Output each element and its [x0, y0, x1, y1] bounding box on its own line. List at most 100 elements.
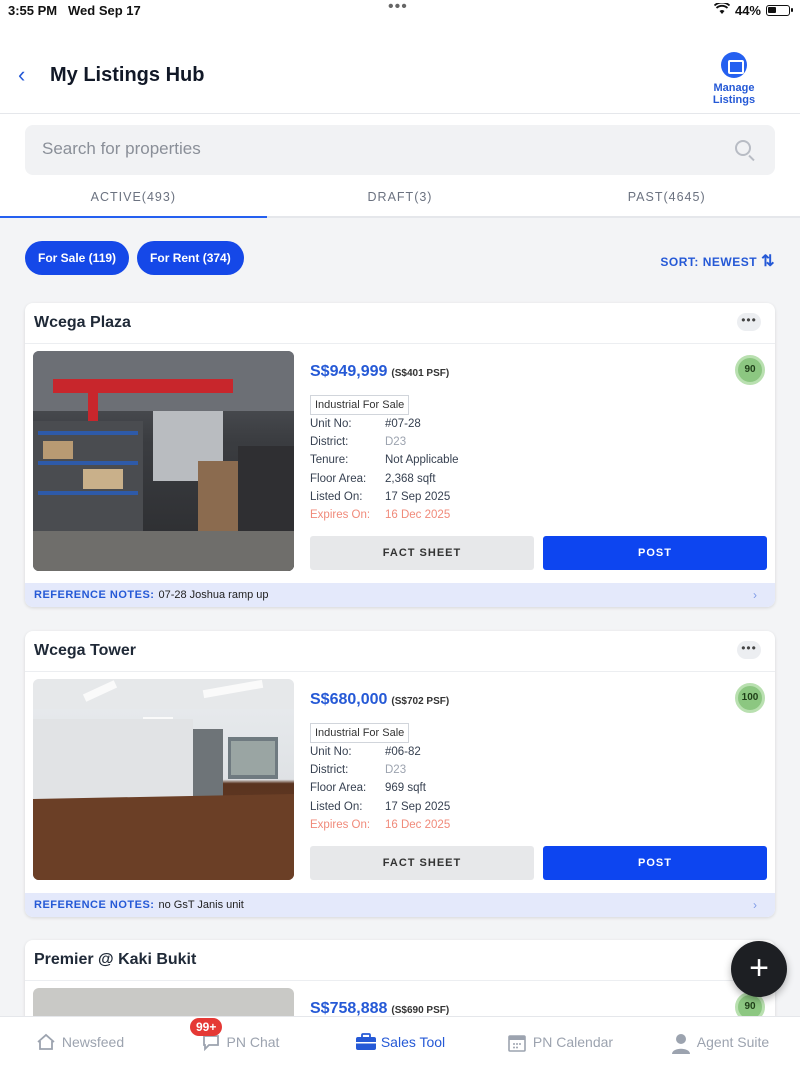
tab-sales-tool[interactable]: Sales Tool: [320, 1017, 480, 1067]
tab-label: Sales Tool: [380, 1034, 446, 1050]
spec-key: Listed On:: [310, 490, 363, 503]
spec-key: Listed On:: [310, 800, 363, 813]
divider: [25, 343, 775, 344]
more-options-icon[interactable]: •••: [737, 641, 761, 659]
spec-value: D23: [385, 436, 407, 449]
price-psf: (S$401 PSF): [391, 368, 450, 379]
fact-sheet-button[interactable]: FACT SHEET: [310, 846, 534, 880]
person-icon: [671, 1033, 691, 1054]
fact-sheet-button[interactable]: FACT SHEET: [310, 536, 534, 570]
status-bar: 3:55 PM Wed Sep 17 ••• 44%: [0, 0, 800, 22]
page-title: My Listings Hub: [50, 64, 205, 86]
spec-district: District: D23: [310, 436, 459, 454]
tab-label: Agent Suite: [696, 1034, 770, 1050]
tab-draft[interactable]: DRAFT(3): [267, 184, 534, 216]
add-listing-button[interactable]: +: [731, 941, 787, 997]
spec-key: Expires On:: [310, 818, 371, 831]
chevron-right-icon: ›: [753, 588, 757, 602]
listing-photo[interactable]: [33, 679, 294, 880]
price-value: S$680,000: [310, 691, 388, 708]
listing-score-badge: 100: [735, 683, 765, 713]
reference-notes[interactable]: REFERENCE NOTES: 07-28 Joshua ramp up ›: [25, 583, 775, 607]
spec-listed-on: Listed On: 17 Sep 2025: [310, 491, 459, 509]
divider: [25, 980, 775, 981]
sort-label: SORT: NEWEST: [660, 255, 758, 269]
spec-value: #07-28: [385, 418, 421, 430]
wifi-icon: [713, 1, 731, 18]
battery-icon: [766, 5, 793, 16]
chevron-left-icon[interactable]: ‹: [18, 62, 25, 88]
listing-card[interactable]: Wcega Plaza ••• S$949,999 (S$401 PSF) 90 …: [25, 303, 775, 607]
post-button[interactable]: POST: [543, 536, 767, 570]
listing-card[interactable]: Wcega Tower ••• S$680,000 (S$702 PSF) 100…: [25, 631, 775, 917]
calendar-icon: [507, 1033, 527, 1052]
listing-price: S$680,000 (S$702 PSF): [310, 691, 449, 709]
spec-value: 17 Sep 2025: [385, 490, 451, 503]
more-options-icon[interactable]: •••: [737, 313, 761, 331]
listing-card[interactable]: Premier @ Kaki Bukit S$758,888 (S$690 PSF…: [25, 940, 775, 1020]
spec-value: 17 Sep 2025: [385, 800, 451, 813]
tab-label: PN Calendar: [532, 1034, 614, 1050]
spec-value: D23: [385, 764, 407, 777]
for-sale-chip[interactable]: For Sale (119): [25, 241, 130, 275]
tab-label: PN Chat: [226, 1034, 280, 1050]
tab-pn-calendar[interactable]: PN Calendar: [480, 1017, 640, 1067]
listing-score-badge: 90: [735, 355, 765, 385]
spec-key: District:: [310, 764, 349, 777]
header: ‹ My Listings Hub Manage Listings: [0, 22, 800, 114]
spec-value: #06-82: [385, 746, 421, 758]
search-input[interactable]: [42, 139, 692, 159]
briefcase-icon: [355, 1033, 376, 1051]
tab-label: Newsfeed: [61, 1034, 125, 1050]
status-date: Wed Sep 17: [68, 3, 141, 18]
spec-value: 2,368 sqft: [385, 472, 436, 485]
search-section: ACTIVE(493) DRAFT(3) PAST(4645): [0, 114, 800, 218]
price-value: S$949,999: [310, 363, 388, 380]
spec-expires-on: Expires On: 16 Dec 2025: [310, 819, 450, 837]
reference-notes[interactable]: REFERENCE NOTES: no GsT Janis unit ›: [25, 893, 775, 917]
reference-notes-label: REFERENCE NOTES:: [34, 899, 155, 911]
listing-title: Premier @ Kaki Bukit: [34, 951, 197, 968]
reference-notes-label: REFERENCE NOTES:: [34, 589, 155, 601]
price-value: S$758,888: [310, 1000, 388, 1017]
spec-district: District: D23: [310, 764, 450, 782]
spec-key: Tenure:: [310, 454, 349, 467]
chevron-right-icon: ›: [753, 898, 757, 912]
status-right: 44%: [713, 1, 793, 18]
manage-listings-button[interactable]: Manage Listings: [692, 52, 776, 106]
manage-listings-icon: [721, 52, 747, 78]
tab-newsfeed[interactable]: Newsfeed: [0, 1017, 160, 1067]
spec-key: Expires On:: [310, 508, 371, 521]
spec-value: 16 Dec 2025: [385, 818, 451, 831]
tab-past[interactable]: PAST(4645): [533, 184, 800, 216]
spec-unit-no: Unit No: #06-82: [310, 746, 450, 764]
tab-agent-suite[interactable]: Agent Suite: [640, 1017, 800, 1067]
score-value: 90: [744, 364, 756, 375]
search-bar[interactable]: [25, 125, 775, 175]
plus-icon: +: [749, 949, 769, 987]
for-rent-chip[interactable]: For Rent (374): [137, 241, 244, 275]
reference-notes-text: no GsT Janis unit: [158, 899, 244, 911]
post-button[interactable]: POST: [543, 846, 767, 880]
listing-photo[interactable]: [33, 351, 294, 571]
battery-percent: 44%: [734, 3, 761, 18]
spec-tenure: Tenure: Not Applicable: [310, 454, 459, 472]
divider: [25, 671, 775, 672]
listing-type-tag: Industrial For Sale: [310, 395, 410, 415]
price-psf: (S$690 PSF): [391, 1005, 450, 1016]
listing-type-tag: Industrial For Sale: [310, 723, 410, 743]
spec-key: Unit No:: [310, 746, 352, 758]
tab-active[interactable]: ACTIVE(493): [0, 184, 267, 218]
sort-arrows-icon: ⇅: [761, 253, 775, 270]
search-icon[interactable]: [735, 140, 751, 156]
listing-title: Wcega Tower: [34, 642, 136, 659]
sort-button[interactable]: SORT: NEWEST ⇅: [660, 251, 775, 271]
spec-unit-no: Unit No: #07-28: [310, 418, 459, 436]
spec-key: Floor Area:: [310, 472, 367, 485]
spec-key: District:: [310, 436, 349, 449]
status-time: 3:55 PM: [8, 3, 58, 18]
reference-notes-text: 07-28 Joshua ramp up: [158, 589, 269, 601]
tab-pn-chat[interactable]: PN Chat: [160, 1017, 320, 1067]
status-tabs: ACTIVE(493) DRAFT(3) PAST(4645): [0, 184, 800, 218]
multitasking-dots-icon[interactable]: •••: [388, 0, 408, 16]
